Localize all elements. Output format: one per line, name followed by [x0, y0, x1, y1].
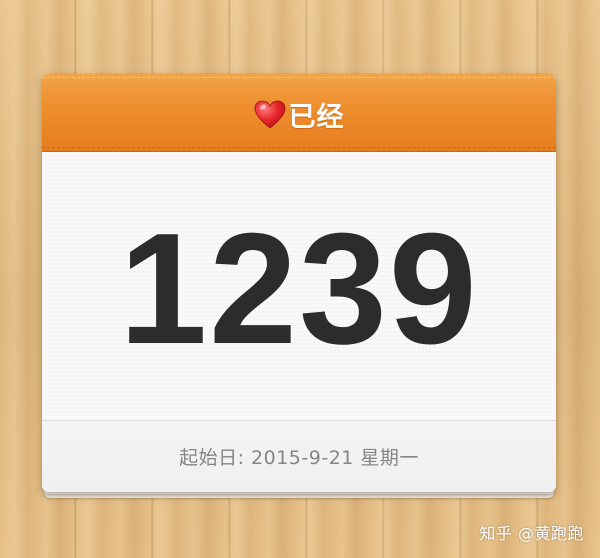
- day-count: 1239: [119, 201, 479, 377]
- day-counter-widget: 已经 1239 起始日: 2015-9-21 星期一: [42, 74, 556, 498]
- start-date-label: 起始日: 2015-9-21 星期一: [179, 447, 419, 469]
- card-header: 已经: [42, 74, 556, 152]
- heart-icon: [254, 100, 286, 130]
- card-footer: 起始日: 2015-9-21 星期一: [42, 420, 556, 492]
- watermark: 知乎 @黄跑跑: [479, 524, 584, 543]
- day-counter-card[interactable]: 已经 1239 起始日: 2015-9-21 星期一: [42, 74, 556, 492]
- card-body: 1239: [42, 152, 556, 420]
- header-title-group: 已经: [254, 95, 345, 134]
- header-title: 已经: [288, 102, 345, 133]
